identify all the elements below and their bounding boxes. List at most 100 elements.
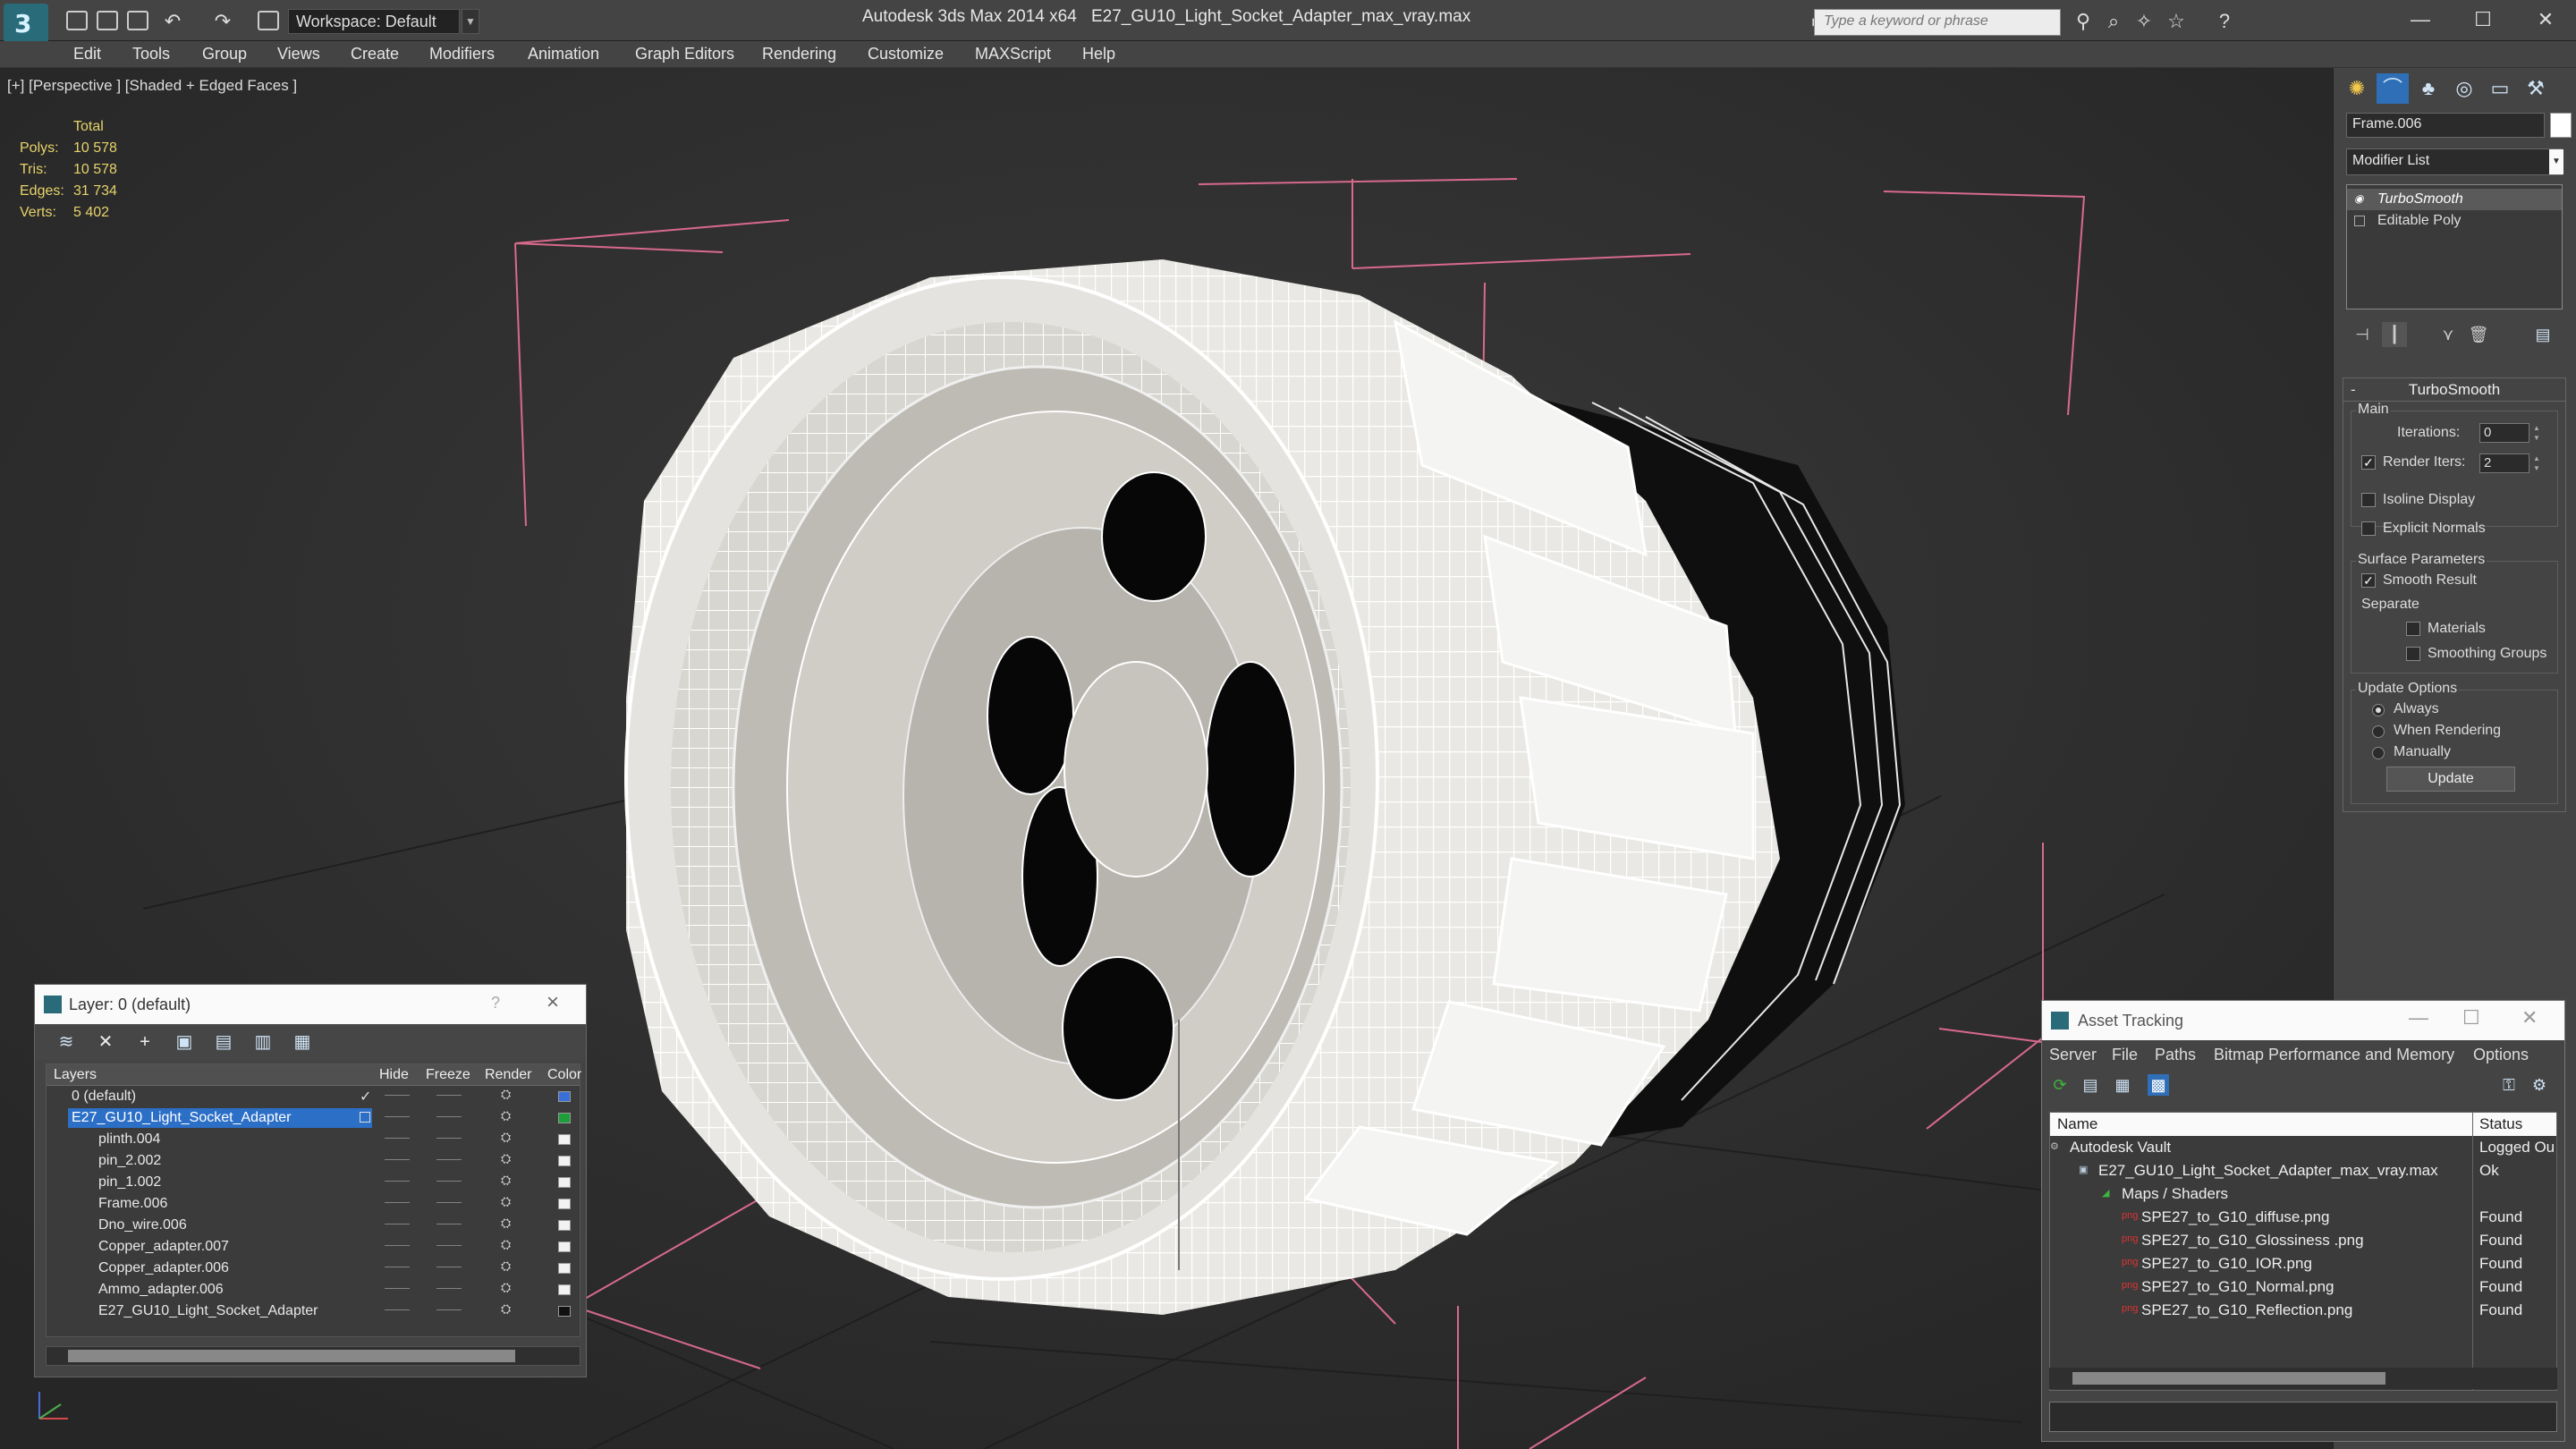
layer-name[interactable]: pin_1.002: [95, 1173, 360, 1192]
app-menu-button[interactable]: 3: [4, 4, 48, 43]
hide-toggle-icon[interactable]: ——: [385, 1237, 410, 1251]
stack-item-turbosmooth[interactable]: ◉ TurboSmooth: [2347, 189, 2562, 210]
layer-dialog-titlebar[interactable]: Layer: 0 (default) ? ×: [35, 985, 586, 1024]
hide-all-icon[interactable]: ▥: [251, 1031, 275, 1053]
minimize-button[interactable]: —: [2394, 4, 2447, 36]
layer-color-swatch[interactable]: [558, 1177, 571, 1188]
binoculars-icon[interactable]: ⚲: [2072, 11, 2095, 32]
layer-color-swatch[interactable]: [558, 1284, 571, 1295]
hide-toggle-icon[interactable]: ——: [385, 1301, 410, 1316]
freeze-toggle-icon[interactable]: ——: [436, 1173, 462, 1187]
layer-name[interactable]: pin_2.002: [95, 1151, 360, 1171]
layer-color-swatch[interactable]: [558, 1220, 571, 1231]
asset-row[interactable]: png SPE27_to_G10_Glossiness .png Found: [2050, 1229, 2556, 1252]
save-file-icon[interactable]: [127, 11, 148, 30]
add-icon[interactable]: +: [133, 1031, 157, 1053]
table-view-icon[interactable]: ▦: [2112, 1074, 2133, 1096]
render-toggle-icon[interactable]: ⛭: [501, 1216, 519, 1231]
layer-name[interactable]: Copper_adapter.006: [95, 1258, 360, 1278]
open-file-icon[interactable]: [97, 11, 118, 30]
render-toggle-icon[interactable]: ⛭: [501, 1130, 519, 1145]
render-toggle-icon[interactable]: ⛭: [501, 1237, 519, 1252]
menu-bitmap-performance[interactable]: Bitmap Performance and Memory: [2214, 1046, 2454, 1064]
asset-row[interactable]: ◢ Maps / Shaders: [2050, 1182, 2556, 1206]
render-toggle-icon[interactable]: ⛭: [501, 1151, 519, 1166]
light-bulb-icon[interactable]: ◉: [2354, 192, 2367, 205]
login-icon[interactable]: ⚿: [2498, 1074, 2520, 1096]
render-toggle-icon[interactable]: ⛭: [501, 1301, 519, 1317]
menu-group[interactable]: Group: [202, 45, 247, 64]
iterations-spinner[interactable]: 0: [2479, 423, 2529, 443]
render-iters-spinner[interactable]: 2: [2479, 453, 2529, 473]
freeze-toggle-icon[interactable]: ——: [436, 1087, 462, 1101]
menu-animation[interactable]: Animation: [528, 45, 599, 64]
asset-row[interactable]: png SPE27_to_G10_IOR.png Found: [2050, 1252, 2556, 1275]
freeze-toggle-icon[interactable]: ——: [436, 1151, 462, 1165]
hide-toggle-icon[interactable]: ——: [385, 1108, 410, 1123]
list-view-icon[interactable]: ▤: [2080, 1074, 2101, 1096]
layer-color-swatch[interactable]: [558, 1113, 571, 1123]
layer-color-swatch[interactable]: [558, 1134, 571, 1145]
set-current-layer-icon[interactable]: [360, 1112, 370, 1123]
layer-color-swatch[interactable]: [558, 1306, 571, 1317]
menu-server[interactable]: Server: [2049, 1046, 2097, 1064]
col-layers[interactable]: Layers: [54, 1067, 97, 1083]
project-folder-icon[interactable]: [258, 11, 279, 30]
menu-graph-editors[interactable]: Graph Editors: [635, 45, 734, 64]
freeze-toggle-icon[interactable]: ——: [436, 1194, 462, 1208]
modify-tab-icon[interactable]: ⌒: [2377, 73, 2409, 104]
minimize-button[interactable]: —: [2409, 1006, 2428, 1030]
freeze-toggle-icon[interactable]: ——: [436, 1301, 462, 1316]
render-toggle-icon[interactable]: ⛭: [501, 1087, 519, 1102]
menu-create[interactable]: Create: [351, 45, 399, 64]
layer-color-swatch[interactable]: [558, 1091, 571, 1102]
layer-row[interactable]: pin_2.002 —— —— ⛭: [47, 1150, 580, 1172]
freeze-toggle-icon[interactable]: ——: [436, 1216, 462, 1230]
layer-name[interactable]: plinth.004: [95, 1130, 360, 1149]
favorites-star-icon[interactable]: ☆: [2165, 11, 2188, 32]
utilities-tab-icon[interactable]: ⚒: [2520, 73, 2552, 104]
object-color-swatch[interactable]: [2550, 113, 2572, 138]
col-color[interactable]: Color: [547, 1067, 581, 1083]
manually-radio[interactable]: [2372, 747, 2385, 759]
freeze-toggle-icon[interactable]: ——: [436, 1280, 462, 1294]
layer-row[interactable]: E27_GU10_Light_Socket_Adapter —— —— ⛭: [47, 1107, 580, 1129]
layer-name[interactable]: Ammo_adapter.006: [95, 1280, 360, 1300]
asset-row[interactable]: ▣ E27_GU10_Light_Socket_Adapter_max_vray.…: [2050, 1159, 2556, 1182]
layer-row[interactable]: Copper_adapter.007 —— —— ⛭: [47, 1236, 580, 1258]
hide-toggle-icon[interactable]: ——: [385, 1258, 410, 1273]
menu-tools[interactable]: Tools: [132, 45, 170, 64]
show-end-result-icon[interactable]: ┃: [2382, 322, 2407, 347]
menu-customize[interactable]: Customize: [868, 45, 944, 64]
hide-toggle-icon[interactable]: ——: [385, 1087, 410, 1101]
current-layer-check-icon[interactable]: ✓: [360, 1088, 371, 1106]
motion-tab-icon[interactable]: ◎: [2448, 73, 2480, 104]
freeze-toggle-icon[interactable]: ——: [436, 1237, 462, 1251]
collapse-icon[interactable]: -: [2351, 378, 2356, 402]
layer-row[interactable]: 0 (default) ✓ —— —— ⛭: [47, 1086, 580, 1107]
layer-row[interactable]: Frame.006 —— —— ⛭: [47, 1193, 580, 1215]
col-status[interactable]: Status: [2479, 1115, 2522, 1133]
modifier-list-dropdown[interactable]: Modifier List ▼: [2346, 148, 2563, 175]
search-input[interactable]: Type a keyword or phrase: [1814, 9, 2061, 36]
layer-color-swatch[interactable]: [558, 1241, 571, 1252]
layer-name[interactable]: 0 (default): [68, 1087, 360, 1106]
display-tab-icon[interactable]: ▭: [2484, 73, 2516, 104]
smoothing-groups-checkbox[interactable]: [2406, 647, 2420, 661]
new-file-icon[interactable]: [66, 11, 88, 30]
freeze-all-icon[interactable]: ▦: [291, 1031, 314, 1053]
highlight-layer-icon[interactable]: ▤: [212, 1031, 235, 1053]
render-toggle-icon[interactable]: ⛭: [501, 1280, 519, 1295]
isoline-display-checkbox[interactable]: [2361, 493, 2376, 507]
communication-center-icon[interactable]: ✧: [2132, 11, 2156, 32]
menu-paths[interactable]: Paths: [2155, 1046, 2196, 1064]
create-tab-icon[interactable]: ✺: [2341, 73, 2373, 104]
when-rendering-radio[interactable]: [2372, 725, 2385, 738]
options-icon[interactable]: ⚙: [2529, 1074, 2550, 1096]
workspace-dropdown[interactable]: Workspace: Default: [288, 9, 460, 34]
rollout-header[interactable]: - TurboSmooth: [2343, 378, 2565, 402]
refresh-icon[interactable]: ⟳: [2049, 1074, 2071, 1096]
hide-toggle-icon[interactable]: ——: [385, 1216, 410, 1230]
redo-icon[interactable]: ↷: [211, 11, 234, 32]
close-button[interactable]: ✕: [2521, 1006, 2538, 1030]
